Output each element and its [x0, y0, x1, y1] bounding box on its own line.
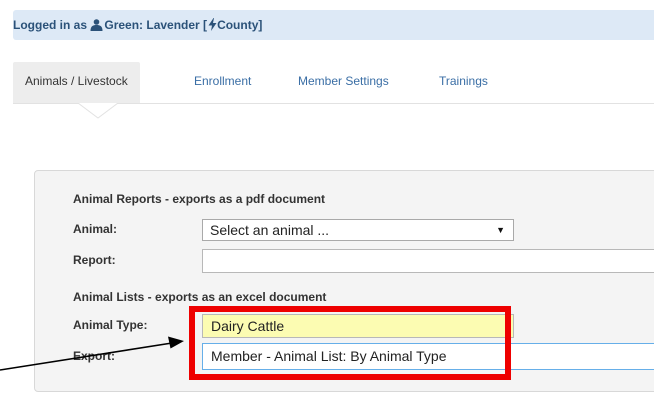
tab-enrollment[interactable]: Enrollment — [194, 62, 251, 103]
main-tabs: Animals / Livestock Enrollment Member Se… — [13, 62, 654, 104]
animal-label: Animal: — [73, 222, 118, 236]
export-label: Export: — [73, 349, 115, 363]
tab-trainings[interactable]: Trainings — [439, 62, 488, 103]
login-county[interactable]: County] — [217, 18, 262, 32]
animal-reports-title: Animal Reports - exports as a pdf docume… — [73, 192, 326, 206]
bolt-icon — [208, 12, 217, 42]
report-label: Report: — [73, 253, 116, 267]
animal-lists-title: Animal Lists - exports as an excel docum… — [73, 290, 327, 304]
login-user[interactable]: Green: Lavender [ — [104, 18, 207, 32]
animal-type-label: Animal Type: — [73, 318, 148, 332]
animal-select[interactable]: Select an animal ... ▼ — [202, 219, 514, 241]
export-field[interactable]: Member - Animal List: By Animal Type — [202, 343, 654, 370]
tab-member-settings[interactable]: Member Settings — [298, 62, 389, 103]
report-select[interactable] — [202, 249, 654, 273]
animal-type-field[interactable]: Dairy Cattle — [202, 314, 514, 338]
dropdown-arrow-icon: ▼ — [496, 225, 505, 235]
login-prefix: Logged in as — [13, 18, 88, 32]
active-tab-pointer — [78, 103, 118, 119]
tab-animals-livestock[interactable]: Animals / Livestock — [13, 62, 140, 103]
user-icon — [90, 12, 103, 42]
animal-select-value: Select an animal ... — [210, 222, 330, 238]
login-status-bar: Logged in as Green: Lavender [ County] — [13, 10, 654, 40]
